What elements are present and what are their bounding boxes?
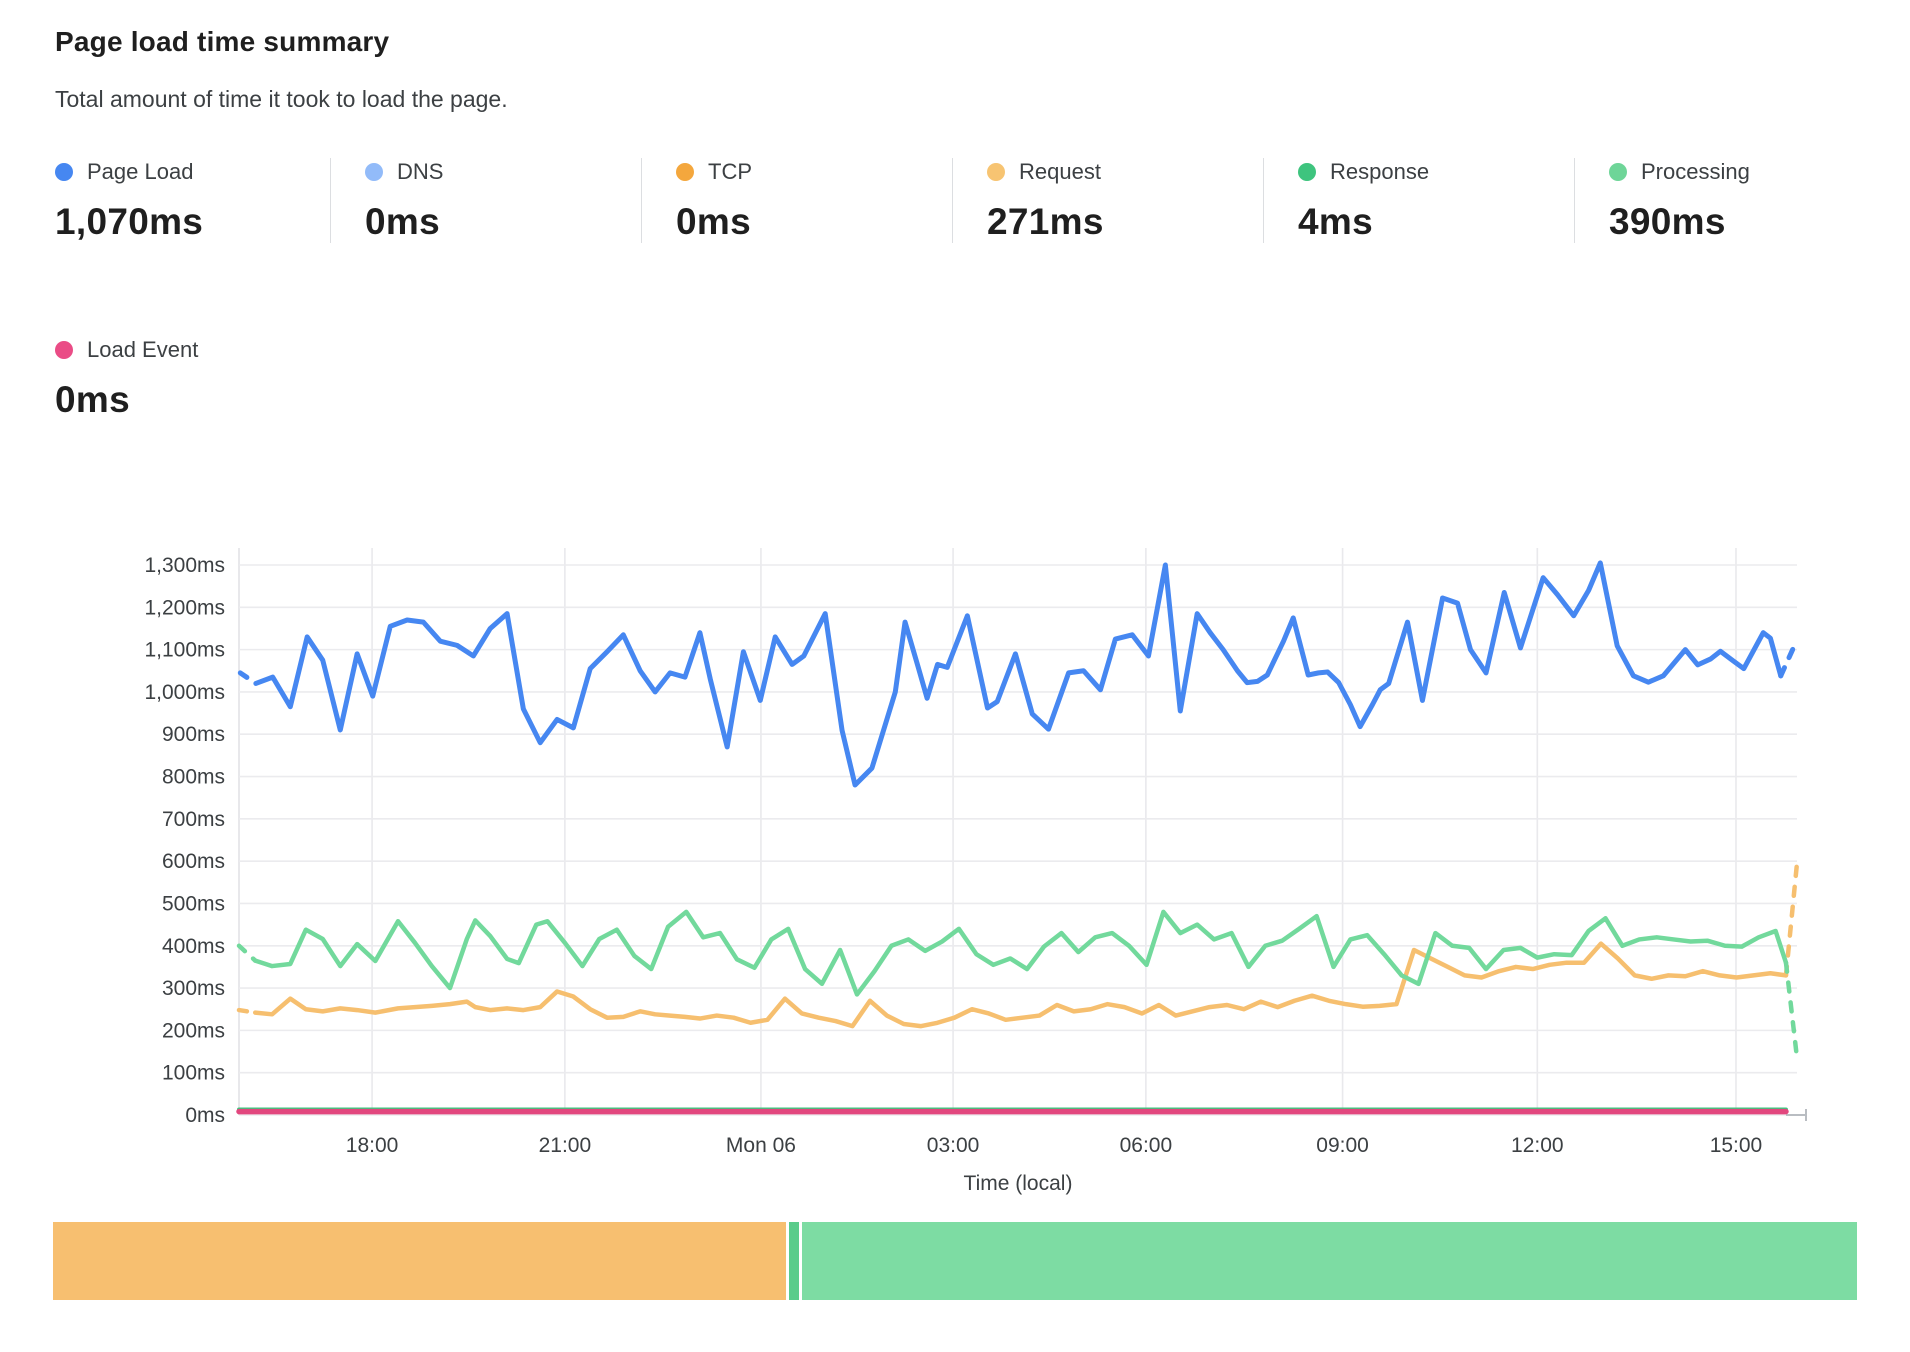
stat-label: Response xyxy=(1330,159,1429,185)
series-request xyxy=(239,863,1797,1026)
x-axis-labels: 18:00 21:00 Mon 06 03:00 06:00 09:00 12:00 15:0… xyxy=(346,1134,1762,1157)
stat-label: DNS xyxy=(397,159,443,185)
stat-label: Request xyxy=(1019,159,1101,185)
metric-summary-row: Page Load 1,070ms DNS 0ms TCP 0ms Reques… xyxy=(55,158,1885,243)
svg-text:09:00: 09:00 xyxy=(1316,1134,1369,1157)
timeseries-chart[interactable]: 0ms 100ms 200ms 300ms 400ms 500ms 600ms 700ms 80… xyxy=(0,440,1910,1210)
svg-text:0ms: 0ms xyxy=(185,1104,225,1127)
svg-text:1,000ms: 1,000ms xyxy=(144,681,225,704)
svg-text:1,200ms: 1,200ms xyxy=(144,596,225,619)
legend-item-page-load[interactable]: Page Load 1,070ms xyxy=(55,158,330,243)
stat-value: 390ms xyxy=(1609,201,1885,243)
tcp-dot-icon xyxy=(676,163,694,181)
svg-text:600ms: 600ms xyxy=(162,850,225,873)
y-axis-labels: 0ms 100ms 200ms 300ms 400ms 500ms 600ms 700ms 80… xyxy=(144,554,225,1127)
svg-text:400ms: 400ms xyxy=(162,935,225,958)
svg-text:800ms: 800ms xyxy=(162,766,225,789)
stat-label: TCP xyxy=(708,159,752,185)
status-segment-degraded[interactable] xyxy=(53,1222,786,1300)
dns-dot-icon xyxy=(365,163,383,181)
page-title: Page load time summary xyxy=(55,26,389,58)
request-dot-icon xyxy=(987,163,1005,181)
load-event-dot-icon xyxy=(55,341,73,359)
axis-end-tick xyxy=(1786,1109,1806,1121)
page-subtitle: Total amount of time it took to load the… xyxy=(55,86,508,113)
stat-label: Page Load xyxy=(87,159,193,185)
svg-text:21:00: 21:00 xyxy=(539,1134,592,1157)
series-page-load xyxy=(240,563,1797,785)
legend-item-request[interactable]: Request 271ms xyxy=(952,158,1263,243)
stat-value: 0ms xyxy=(676,201,952,243)
svg-text:900ms: 900ms xyxy=(162,723,225,746)
svg-text:12:00: 12:00 xyxy=(1511,1134,1564,1157)
svg-text:1,300ms: 1,300ms xyxy=(144,554,225,577)
metric-summary-row-2: Load Event 0ms xyxy=(55,336,1885,421)
status-segment-passing-sliver[interactable] xyxy=(789,1222,799,1300)
legend-item-processing[interactable]: Processing 390ms xyxy=(1574,158,1885,243)
stat-value: 1,070ms xyxy=(55,201,330,243)
status-segment-passing[interactable] xyxy=(802,1222,1857,1300)
svg-text:06:00: 06:00 xyxy=(1120,1134,1173,1157)
svg-text:18:00: 18:00 xyxy=(346,1134,399,1157)
stat-value: 271ms xyxy=(987,201,1263,243)
svg-text:200ms: 200ms xyxy=(162,1019,225,1042)
legend-item-load-event[interactable]: Load Event 0ms xyxy=(55,336,330,421)
stat-label: Processing xyxy=(1641,159,1750,185)
series-processing xyxy=(239,912,1797,1058)
stat-value: 4ms xyxy=(1298,201,1574,243)
svg-text:03:00: 03:00 xyxy=(927,1134,980,1157)
gridlines xyxy=(239,548,1797,1115)
svg-text:15:00: 15:00 xyxy=(1710,1134,1763,1157)
response-dot-icon xyxy=(1298,163,1316,181)
processing-dot-icon xyxy=(1609,163,1627,181)
stat-value: 0ms xyxy=(55,379,330,421)
stat-value: 0ms xyxy=(365,201,641,243)
svg-text:700ms: 700ms xyxy=(162,808,225,831)
stat-label: Load Event xyxy=(87,337,198,363)
legend-item-response[interactable]: Response 4ms xyxy=(1263,158,1574,243)
svg-text:1,100ms: 1,100ms xyxy=(144,639,225,662)
legend-item-dns[interactable]: DNS 0ms xyxy=(330,158,641,243)
x-axis-title: Time (local) xyxy=(964,1172,1073,1195)
svg-text:Mon 06: Mon 06 xyxy=(726,1134,796,1157)
svg-text:100ms: 100ms xyxy=(162,1062,225,1085)
legend-item-tcp[interactable]: TCP 0ms xyxy=(641,158,952,243)
svg-text:300ms: 300ms xyxy=(162,977,225,1000)
status-timeline-bar[interactable] xyxy=(53,1222,1857,1300)
page-load-dot-icon xyxy=(55,163,73,181)
svg-text:500ms: 500ms xyxy=(162,892,225,915)
